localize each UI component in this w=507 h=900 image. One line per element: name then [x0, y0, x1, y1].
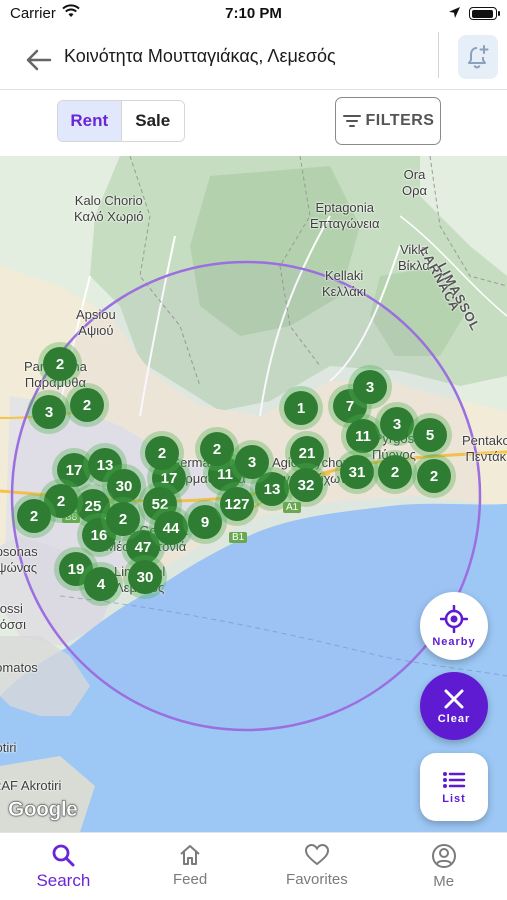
filter-lines-icon	[342, 115, 361, 127]
search-icon	[52, 844, 75, 867]
header-divider	[438, 32, 439, 78]
listing-cluster[interactable]: 13	[255, 472, 289, 506]
listing-cluster[interactable]: 30	[128, 560, 162, 594]
listing-cluster[interactable]: 2	[106, 502, 140, 536]
listing-cluster[interactable]: 32	[289, 468, 323, 502]
listing-cluster[interactable]: 17	[57, 453, 91, 487]
list-label: List	[442, 792, 466, 805]
google-attribution[interactable]: Google	[8, 798, 78, 822]
place-label-apsiou: Apsiou Αψιού	[76, 307, 116, 338]
header: Κοινότητα Μουτταγιάκας, Λεμεσός	[0, 28, 507, 90]
tab-me-label: Me	[433, 873, 455, 890]
tab-bar: Search Feed Favorites Me	[0, 832, 507, 900]
filter-row: Rent Sale FILTERS	[0, 90, 507, 156]
listing-cluster[interactable]: 3	[380, 407, 414, 441]
place-label-asomatos: Asomatos	[0, 660, 38, 675]
listing-cluster[interactable]: 2	[378, 455, 412, 489]
sale-tab[interactable]: Sale	[121, 101, 184, 141]
listing-cluster[interactable]: 5	[413, 418, 447, 452]
listing-cluster[interactable]: 9	[188, 505, 222, 539]
clear-label: Clear	[437, 712, 471, 725]
tab-feed-label: Feed	[173, 871, 208, 888]
place-label-ypsonas: YpsonasΥψώνας	[0, 544, 38, 575]
listing-cluster[interactable]: 11	[346, 419, 380, 453]
tab-search-label: Search	[36, 871, 91, 890]
tab-favorites[interactable]: Favorites	[254, 833, 381, 900]
place-label-kalo-chorio: Kalo Chorio Καλό Χωριό	[74, 193, 144, 224]
nearby-button[interactable]: Nearby	[420, 592, 488, 660]
clock: 7:10 PM	[225, 5, 282, 22]
listing-cluster[interactable]: 2	[145, 436, 179, 470]
home-icon	[180, 845, 200, 865]
bell-plus-icon	[468, 45, 489, 69]
road-label-a1: A1	[283, 502, 302, 513]
map-view[interactable]: Kalo Chorio Καλό Χωριό Ora Ορα Eptagonia Επ…	[0, 156, 507, 832]
listing-cluster[interactable]: 2	[70, 388, 104, 422]
list-icon	[443, 771, 466, 788]
place-label-kolossi: KolossiΚολόσσι	[0, 601, 26, 632]
place-label-ora: Ora Ορα	[402, 167, 428, 198]
location-title[interactable]: Κοινότητα Μουτταγιάκας, Λεμεσός	[64, 46, 336, 67]
nearby-label: Nearby	[432, 635, 476, 648]
listing-cluster[interactable]: 44	[154, 511, 188, 545]
listing-cluster[interactable]: 2	[200, 432, 234, 466]
listing-cluster[interactable]: 127	[220, 487, 254, 521]
listing-cluster[interactable]: 3	[235, 445, 269, 479]
heart-icon	[304, 843, 329, 866]
create-alert-button[interactable]	[458, 35, 498, 79]
rent-tab[interactable]: Rent	[58, 101, 122, 141]
listing-cluster[interactable]: 21	[290, 436, 324, 470]
place-label-eptagonia: Eptagonia Επταγώνεια	[310, 200, 380, 231]
tab-favorites-label: Favorites	[286, 871, 348, 888]
battery-icon	[469, 7, 500, 20]
crosshair-icon	[440, 604, 468, 633]
place-label-kellaki: Kellaki Κελλάκι	[322, 268, 367, 299]
filters-label: FILTERS	[365, 112, 435, 129]
listing-cluster[interactable]: 30	[107, 469, 141, 503]
account-icon	[431, 844, 456, 868]
clear-button[interactable]: Clear	[420, 672, 488, 740]
rent-sale-toggle: Rent Sale	[57, 100, 185, 142]
place-label-raf-akrotiri: RAF Akrotiri	[0, 778, 62, 793]
list-view-button[interactable]: List	[420, 753, 488, 821]
tab-me[interactable]: Me	[380, 833, 507, 900]
arrow-left-icon	[26, 49, 52, 71]
status-bar: Carrier 7:10 PM	[0, 0, 507, 28]
listing-cluster[interactable]: 4	[84, 567, 118, 601]
listing-cluster[interactable]: 3	[353, 370, 387, 404]
listing-cluster[interactable]: 2	[43, 347, 77, 381]
tab-feed[interactable]: Feed	[127, 833, 254, 900]
close-icon	[444, 689, 464, 708]
listing-cluster[interactable]: 1	[284, 391, 318, 425]
listing-cluster[interactable]: 31	[340, 455, 374, 489]
place-label-pentakomo: Pentako Πεντάκ	[462, 433, 507, 464]
tab-search[interactable]: Search	[0, 833, 127, 900]
place-label-akrotiri: Akrotiri	[0, 740, 17, 755]
back-button[interactable]	[18, 42, 58, 78]
filters-button[interactable]: FILTERS	[335, 97, 441, 145]
road-label-b1: B1	[229, 532, 248, 543]
listing-cluster[interactable]: 2	[17, 499, 51, 533]
listing-cluster[interactable]: 3	[32, 395, 66, 429]
listing-cluster[interactable]: 2	[417, 459, 451, 493]
location-services-icon	[448, 6, 461, 24]
